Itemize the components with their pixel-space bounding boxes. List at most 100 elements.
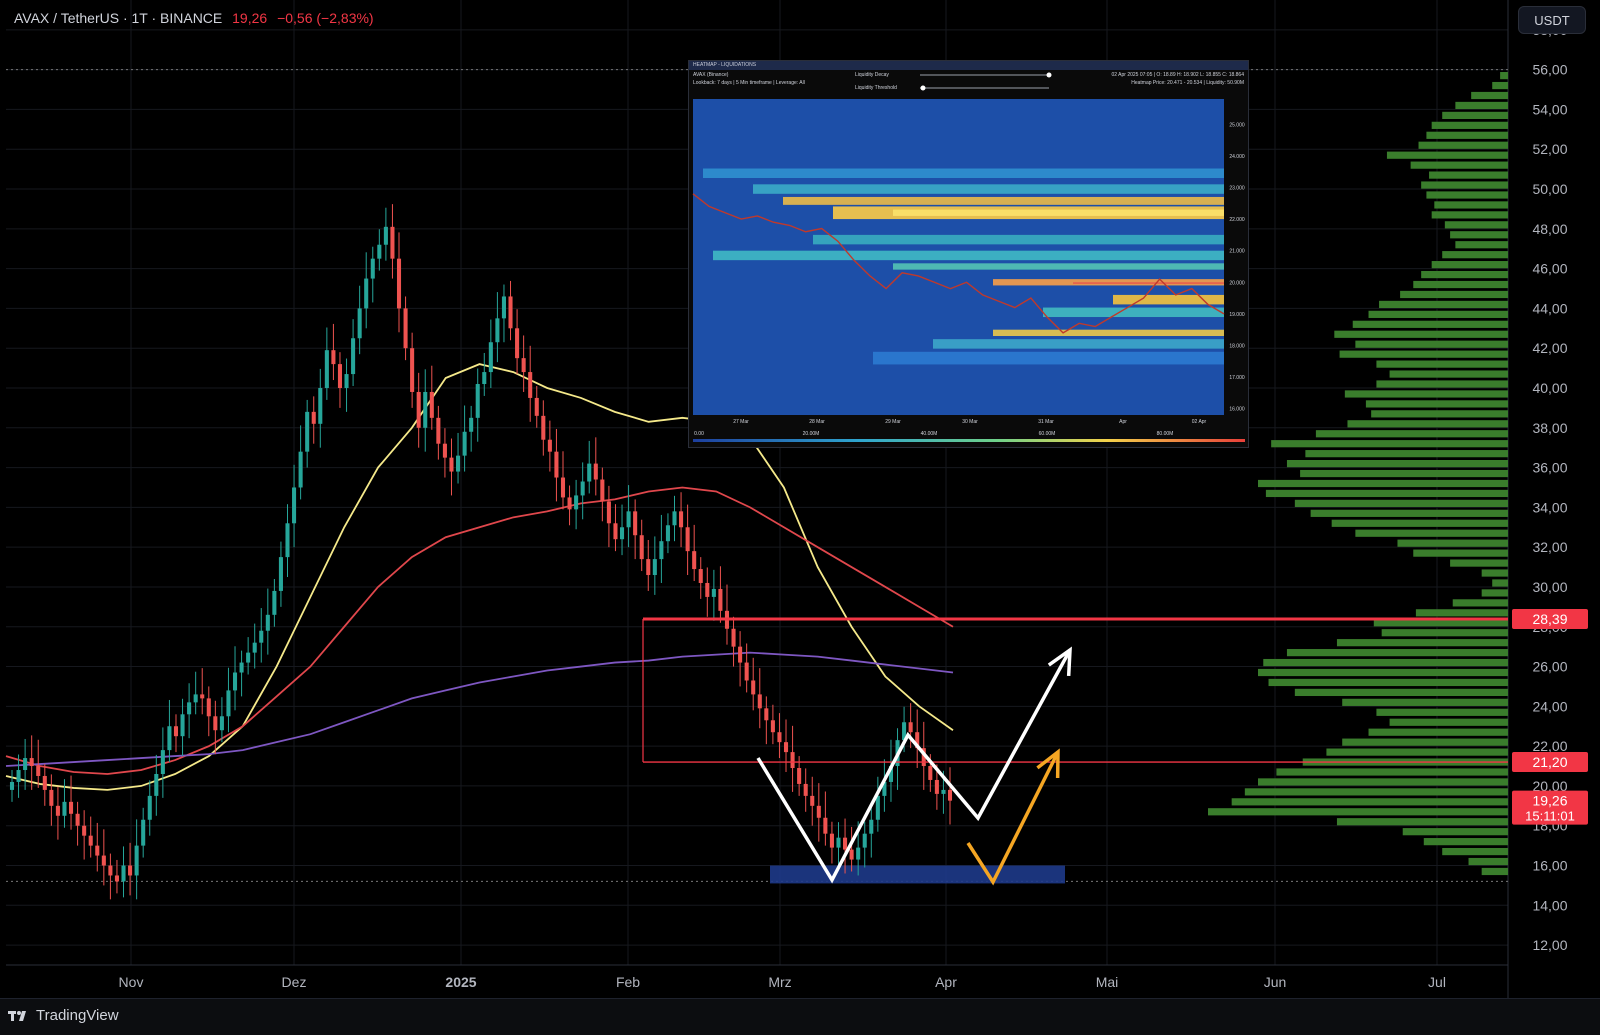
heatmap-x-tick: 31 Mar: [1038, 419, 1054, 425]
liquidity-band: [703, 168, 1224, 178]
moving-average-3: [5, 651, 954, 767]
candle: [101, 855, 106, 866]
heatmap-y-tick: 17.000: [1229, 375, 1245, 381]
volume-profile-bar: [1352, 320, 1508, 328]
price-tick: 38,00: [1532, 420, 1567, 436]
volume-profile-bar: [1365, 400, 1508, 408]
volume-profile-bar: [1336, 639, 1508, 647]
colorbar-tick: 40.00M: [921, 431, 938, 437]
volume-profile-bar: [1376, 708, 1508, 716]
candle: [541, 415, 546, 440]
candle: [390, 226, 395, 259]
candle: [298, 451, 303, 488]
last-price: 19,26: [232, 10, 268, 26]
candle: [790, 752, 795, 769]
liquidity-band: [713, 250, 1224, 261]
price-tick: 56,00: [1532, 62, 1567, 78]
candle: [829, 833, 834, 848]
heatmap-y-tick: 18.000: [1229, 343, 1245, 349]
volume-profile-bar: [1244, 788, 1508, 796]
candle: [711, 588, 716, 597]
candle: [777, 732, 782, 743]
candle: [685, 527, 690, 552]
time-tick: Nov: [119, 974, 144, 990]
volume-profile-bar: [1452, 599, 1508, 607]
volume-profile: [1208, 72, 1508, 876]
price-tick: 48,00: [1532, 221, 1567, 237]
tradingview-logo[interactable]: TradingView: [8, 1007, 119, 1024]
heatmap-y-tick: 24.000: [1229, 154, 1245, 160]
price-axis: 58,0056,0054,0052,0050,0048,0046,0044,00…: [1512, 22, 1588, 953]
candle: [738, 646, 743, 663]
candle: [141, 819, 146, 846]
price-tick: 42,00: [1532, 340, 1567, 356]
candle: [62, 801, 67, 816]
price-tick: 50,00: [1532, 181, 1567, 197]
candle: [239, 662, 244, 673]
candle: [810, 795, 815, 806]
volume-profile-bar: [1400, 290, 1508, 299]
candle: [751, 680, 756, 695]
volume-profile-bar: [1258, 778, 1508, 786]
volume-profile-bar: [1276, 768, 1508, 776]
volume-profile-bar: [1389, 718, 1508, 726]
liquidity-band: [933, 339, 1224, 349]
candle: [95, 845, 100, 856]
volume-profile-bar: [1334, 330, 1508, 338]
volume-profile-bar: [1431, 211, 1508, 219]
volume-profile-bar: [1294, 499, 1508, 507]
symbol-title[interactable]: AVAX / TetherUS · 1T · BINANCE: [14, 10, 222, 26]
price-label: 28,39: [1532, 611, 1567, 627]
heatmap-y-tick: 22.000: [1229, 217, 1245, 223]
candle: [357, 308, 362, 339]
candle: [213, 716, 218, 731]
volume-profile-bar: [1339, 350, 1508, 358]
time-tick: Jun: [1264, 974, 1287, 990]
candle: [783, 742, 789, 753]
candle: [246, 652, 251, 663]
volume-profile-bar: [1413, 549, 1508, 557]
volume-profile-bar: [1376, 360, 1508, 368]
currency-button[interactable]: USDT: [1518, 6, 1586, 34]
candle: [560, 477, 566, 498]
candle: [167, 726, 172, 751]
price-tick: 52,00: [1532, 141, 1567, 157]
candle: [770, 720, 775, 733]
candle: [160, 750, 165, 774]
price-tick: 46,00: [1532, 261, 1567, 277]
volume-profile-bar: [1421, 270, 1508, 279]
candle: [154, 773, 159, 796]
candle: [456, 455, 461, 472]
price-tick: 54,00: [1532, 101, 1567, 117]
volume-profile-bar: [1397, 539, 1508, 547]
candle: [55, 805, 60, 816]
heatmap-colorbar: [693, 439, 1245, 442]
candle: [501, 296, 506, 319]
volume-profile-bar: [1355, 529, 1508, 537]
candle: [633, 511, 638, 536]
support-zone: [770, 865, 1065, 884]
volume-profile-bar: [1426, 131, 1508, 139]
colorbar-tick: 80.00M: [1157, 431, 1174, 437]
candle: [42, 775, 47, 790]
price-tick: 40,00: [1532, 380, 1567, 396]
candle: [410, 348, 415, 392]
time-tick: 2025: [445, 974, 476, 990]
candle: [318, 387, 323, 424]
candle: [219, 716, 224, 731]
candle: [947, 789, 953, 801]
candle: [187, 702, 192, 715]
volume-profile-bar: [1426, 191, 1508, 199]
volume-profile-bar: [1413, 280, 1508, 289]
candle: [16, 770, 21, 782]
volume-profile-bar: [1208, 808, 1508, 816]
candle: [75, 813, 80, 826]
candle: [200, 694, 205, 699]
candle: [600, 479, 605, 502]
volume-profile-bar: [1455, 101, 1508, 110]
decay-slider-handle: [1046, 72, 1052, 78]
candle: [665, 525, 670, 542]
candle: [593, 463, 598, 480]
liquidity-band: [893, 209, 1224, 216]
volume-profile-bar: [1347, 420, 1508, 428]
